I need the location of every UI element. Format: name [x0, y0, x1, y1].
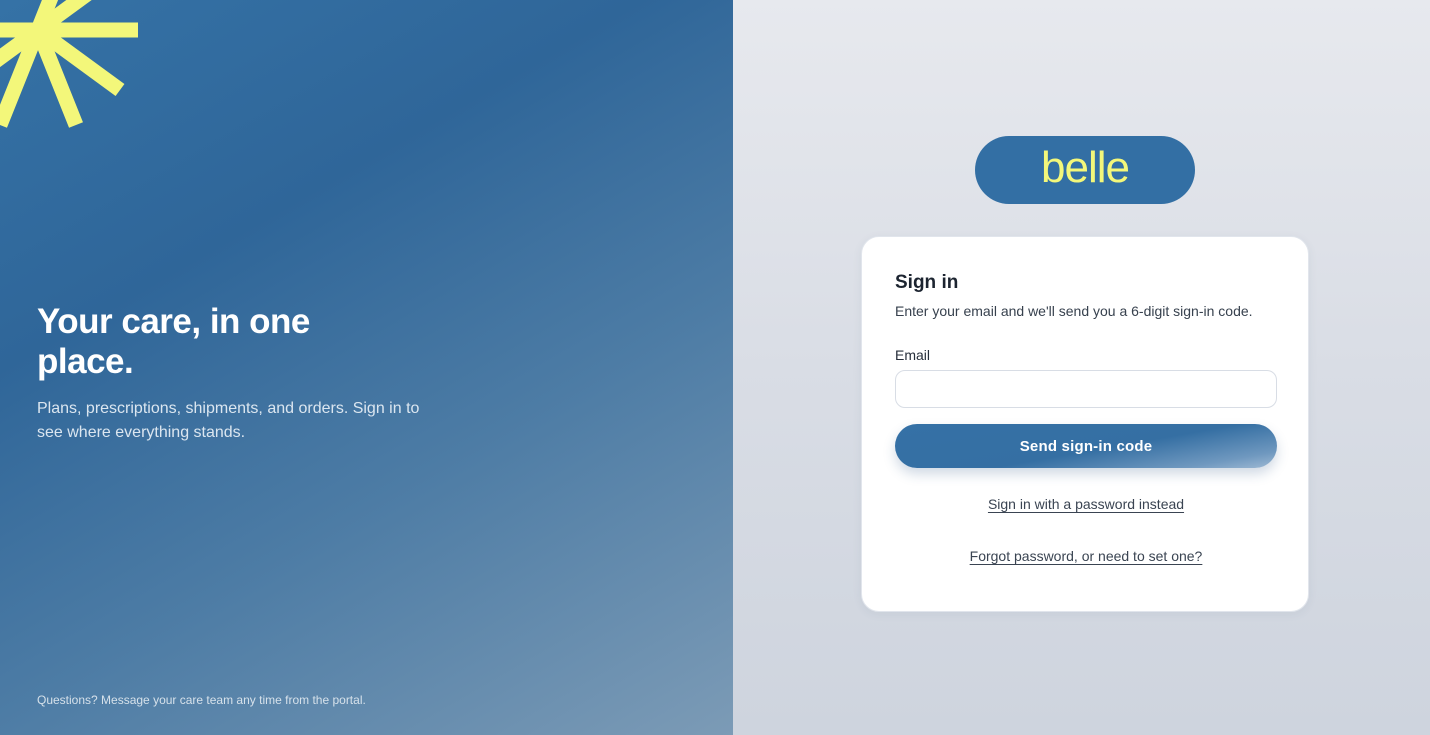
forgot-password-link-row: Forgot password, or need to set one?	[862, 548, 1310, 564]
brand-logo: belle	[975, 136, 1195, 204]
brand-logo-text: belle	[1041, 143, 1130, 192]
password-signin-link[interactable]: Sign in with a password instead	[988, 496, 1184, 512]
email-label: Email	[895, 347, 931, 363]
signin-subtitle: Enter your email and we'll send you a 6-…	[895, 303, 1253, 319]
hero-title: Your care, in one place.	[37, 302, 310, 381]
email-field[interactable]	[895, 370, 1277, 408]
password-signin-link-row: Sign in with a password instead	[862, 496, 1310, 512]
sunburst-icon	[0, 0, 138, 128]
hero-panel: Your care, in one place. Plans, prescrip…	[0, 0, 733, 735]
signin-card: Sign in Enter your email and we'll send …	[861, 236, 1309, 612]
signin-panel: belle Sign in Enter your email and we'll…	[733, 0, 1430, 735]
signin-title: Sign in	[895, 272, 959, 293]
forgot-password-link[interactable]: Forgot password, or need to set one?	[970, 548, 1203, 564]
send-code-button[interactable]: Send sign-in code	[895, 424, 1277, 468]
help-footnote: Questions? Message your care team any ti…	[37, 693, 366, 707]
hero-subtitle: Plans, prescriptions, shipments, and ord…	[37, 400, 420, 441]
